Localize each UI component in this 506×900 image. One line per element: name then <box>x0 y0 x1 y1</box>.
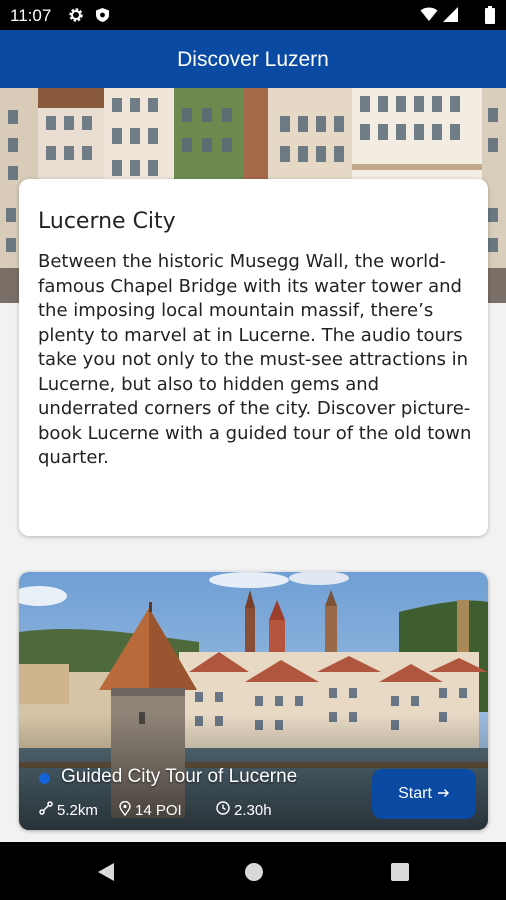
location-pin-icon <box>119 800 131 820</box>
home-icon[interactable] <box>244 862 264 887</box>
tour-duration-value: 2.30h <box>234 801 272 819</box>
start-button-label: Start <box>398 785 432 802</box>
tour-poi: 14 POI <box>119 800 182 820</box>
settings-icon <box>68 7 84 28</box>
arrow-right-icon <box>437 785 450 803</box>
route-icon <box>39 801 53 819</box>
tour-distance: 5.2km <box>39 801 98 819</box>
start-tour-button[interactable]: Start <box>372 769 476 819</box>
back-icon[interactable] <box>97 862 115 887</box>
tour-status-dot <box>39 773 50 784</box>
wifi-icon <box>420 6 438 27</box>
tour-name: Guided City Tour of Lucerne <box>61 766 298 787</box>
status-time: 11:07 <box>10 6 52 25</box>
tour-card[interactable]: Guided City Tour of Lucerne 5.2km 14 POI… <box>19 572 488 830</box>
tour-distance-value: 5.2km <box>57 801 98 819</box>
signal-icon <box>442 6 459 28</box>
shield-icon <box>95 7 110 28</box>
info-card: Lucerne City Between the historic Musegg… <box>19 179 488 536</box>
tour-poi-value: 14 POI <box>135 802 182 819</box>
app-bar: Discover Luzern <box>0 30 506 88</box>
info-card-body: Between the historic Musegg Wall, the wo… <box>38 251 472 468</box>
page-title: Discover Luzern <box>177 48 329 71</box>
status-bar: 11:07 <box>0 0 506 30</box>
info-card-title: Lucerne City <box>38 209 176 234</box>
clock-icon <box>216 801 230 819</box>
tour-duration: 2.30h <box>216 801 272 819</box>
battery-icon <box>485 6 495 29</box>
recents-icon[interactable] <box>391 863 409 886</box>
system-navigation-bar <box>0 842 506 900</box>
